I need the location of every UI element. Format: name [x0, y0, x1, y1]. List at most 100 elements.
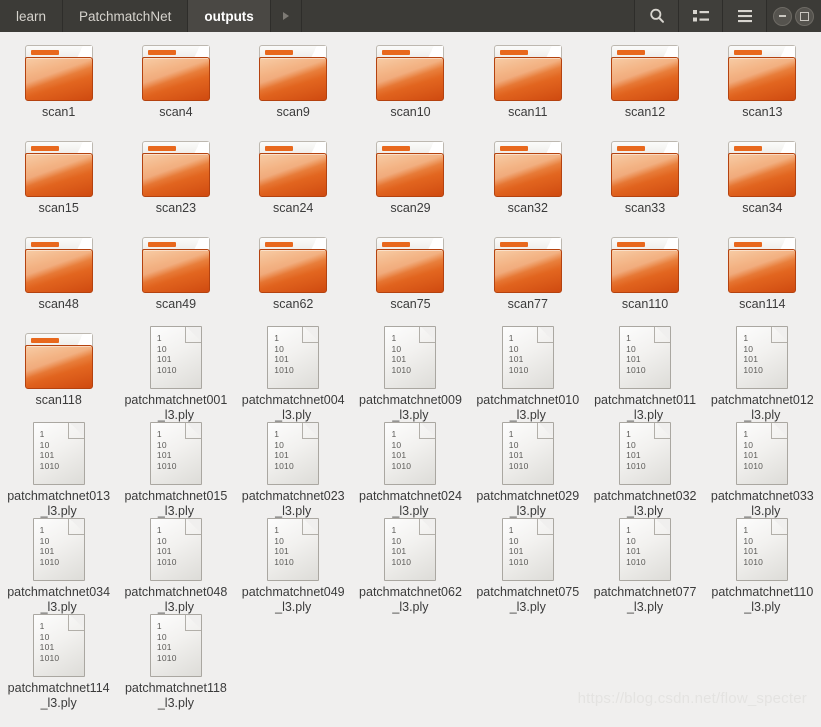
binary-line: 1 [156, 621, 162, 631]
folder-item[interactable]: scan12 [586, 40, 703, 136]
file-item[interactable]: 1 10 101 1010 patchmatchnet034_l3.ply [0, 518, 117, 616]
folder-item[interactable]: scan13 [704, 40, 821, 136]
file-item[interactable]: 1 10 101 1010 patchmatchnet033_l3.ply [704, 422, 821, 520]
file-item[interactable]: 1 10 101 1010 patchmatchnet118_l3.ply [117, 614, 234, 712]
folder-icon [728, 45, 797, 101]
binary-line: 1 [274, 333, 280, 343]
folder-item[interactable]: scan33 [586, 136, 703, 232]
menu-button[interactable] [722, 0, 766, 32]
binary-preview-text: 1 10 101 1010 [391, 429, 411, 471]
binary-line: 1010 [274, 556, 294, 567]
binary-line: 101 [743, 546, 759, 556]
folder-item[interactable]: scan114 [704, 232, 821, 328]
binary-line: 101 [626, 450, 641, 460]
folder-item[interactable]: scan1 [0, 40, 117, 136]
file-item[interactable]: 1 10 101 1010 patchmatchnet032_l3.ply [586, 422, 703, 520]
view-options-button[interactable] [678, 0, 722, 32]
file-icon: 1 10 101 1010 [384, 518, 437, 581]
file-icon: 1 10 101 1010 [149, 614, 202, 677]
binary-line: 1010 [391, 556, 412, 567]
binary-line: 1 [743, 525, 749, 535]
file-item[interactable]: 1 10 101 1010 patchmatchnet010_l3.ply [469, 326, 586, 424]
file-item[interactable]: 1 10 101 1010 patchmatchnet048_l3.ply [117, 518, 234, 616]
folder-item[interactable]: scan48 [0, 232, 117, 328]
file-item[interactable]: 1 10 101 1010 patchmatchnet062_l3.ply [352, 518, 469, 616]
file-item[interactable]: 1 10 101 1010 patchmatchnet011_l3.ply [586, 326, 703, 424]
file-item[interactable]: 1 10 101 1010 patchmatchnet049_l3.ply [235, 518, 352, 616]
folder-icon [376, 45, 445, 101]
page-fold-corner-icon [419, 423, 436, 439]
binary-line: 1010 [626, 460, 646, 471]
binary-preview-text: 1 10 101 1010 [157, 333, 177, 375]
folder-item[interactable]: scan4 [117, 40, 234, 136]
folder-icon [493, 141, 562, 197]
binary-preview-text: 1 10 101 1010 [40, 525, 60, 567]
folder-item[interactable]: scan24 [235, 136, 352, 232]
page-fold-corner-icon [184, 423, 201, 439]
file-item[interactable]: 1 10 101 1010 patchmatchnet023_l3.ply [235, 422, 352, 520]
folder-icon [24, 45, 93, 101]
folder-item[interactable]: scan23 [117, 136, 234, 232]
minimize-button[interactable] [773, 6, 792, 26]
file-item[interactable]: 1 10 101 1010 patchmatchnet114_l3.ply [0, 614, 117, 712]
folder-item[interactable]: scan11 [469, 40, 586, 136]
icon-wrapper [376, 139, 445, 197]
file-item[interactable]: 1 10 101 1010 patchmatchnet075_l3.ply [469, 518, 586, 616]
file-item[interactable]: 1 10 101 1010 patchmatchnet029_l3.ply [469, 422, 586, 520]
folder-item[interactable]: scan29 [352, 136, 469, 232]
binary-preview-text: 1 10 101 1010 [157, 525, 177, 567]
file-item[interactable]: 1 10 101 1010 patchmatchnet004_l3.ply [235, 326, 352, 424]
maximize-button[interactable] [795, 6, 814, 26]
item-label: scan24 [273, 201, 314, 215]
file-item[interactable]: 1 10 101 1010 patchmatchnet012_l3.ply [704, 326, 821, 424]
icon-wrapper [728, 139, 797, 197]
folder-item[interactable]: scan10 [352, 40, 469, 136]
item-label: patchmatchnet029_l3.ply [476, 489, 580, 518]
page-fold-corner-icon [184, 327, 201, 343]
file-item[interactable]: 1 10 101 1010 patchmatchnet009_l3.ply [352, 326, 469, 424]
file-item[interactable]: 1 10 101 1010 patchmatchnet110_l3.ply [704, 518, 821, 616]
binary-line: 1010 [743, 460, 764, 471]
folder-item[interactable]: scan32 [469, 136, 586, 232]
icon-wrapper: 1 10 101 1010 [267, 326, 320, 389]
icon-wrapper [728, 43, 797, 101]
file-icon: 1 10 101 1010 [501, 422, 554, 485]
file-item[interactable]: 1 10 101 1010 patchmatchnet024_l3.ply [352, 422, 469, 520]
icon-wrapper [376, 235, 445, 293]
item-label: patchmatchnet011_l3.ply [594, 393, 697, 422]
icon-wrapper: 1 10 101 1010 [149, 518, 202, 581]
file-browser-content[interactable]: scan1 scan4 scan9 scan10 scan11 scan12 scan13 s… [0, 32, 821, 727]
binary-line: 1010 [508, 460, 529, 471]
breadcrumb-forward-button[interactable] [271, 0, 302, 32]
icon-wrapper [24, 43, 93, 101]
breadcrumb-item-learn[interactable]: learn [0, 0, 64, 32]
search-button[interactable] [634, 0, 678, 32]
folder-item[interactable]: scan110 [586, 232, 703, 328]
folder-item[interactable]: scan62 [235, 232, 352, 328]
binary-line: 101 [39, 642, 55, 652]
file-item[interactable]: 1 10 101 1010 patchmatchnet001_l3.ply [117, 326, 234, 424]
folder-item[interactable]: scan77 [469, 232, 586, 328]
page-fold-corner-icon [419, 519, 436, 535]
folder-body [24, 345, 93, 389]
folder-item[interactable]: scan75 [352, 232, 469, 328]
file-icon: 1 10 101 1010 [619, 326, 672, 389]
file-item[interactable]: 1 10 101 1010 patchmatchnet077_l3.ply [586, 518, 703, 616]
file-item[interactable]: 1 10 101 1010 patchmatchnet013_l3.ply [0, 422, 117, 520]
file-item[interactable]: 1 10 101 1010 patchmatchnet015_l3.ply [117, 422, 234, 520]
binary-line: 10 [743, 535, 754, 546]
page-fold-corner-icon [302, 327, 319, 343]
folder-item[interactable]: scan118 [0, 328, 117, 424]
folder-item[interactable]: scan34 [704, 136, 821, 232]
breadcrumb-item-patchmatchnet[interactable]: PatchmatchNet [63, 0, 189, 32]
binary-line: 101 [156, 450, 172, 460]
binary-preview-text: 1 10 101 1010 [40, 429, 60, 471]
folder-item[interactable]: scan15 [0, 136, 117, 232]
folder-item[interactable]: scan9 [235, 40, 352, 136]
binary-line: 10 [508, 535, 519, 546]
breadcrumb-item-outputs[interactable]: outputs [188, 0, 271, 32]
binary-line: 1 [743, 333, 749, 343]
folder-item[interactable]: scan49 [117, 232, 234, 328]
item-label: patchmatchnet009_l3.ply [359, 393, 462, 422]
binary-preview-text: 1 10 101 1010 [743, 525, 763, 567]
